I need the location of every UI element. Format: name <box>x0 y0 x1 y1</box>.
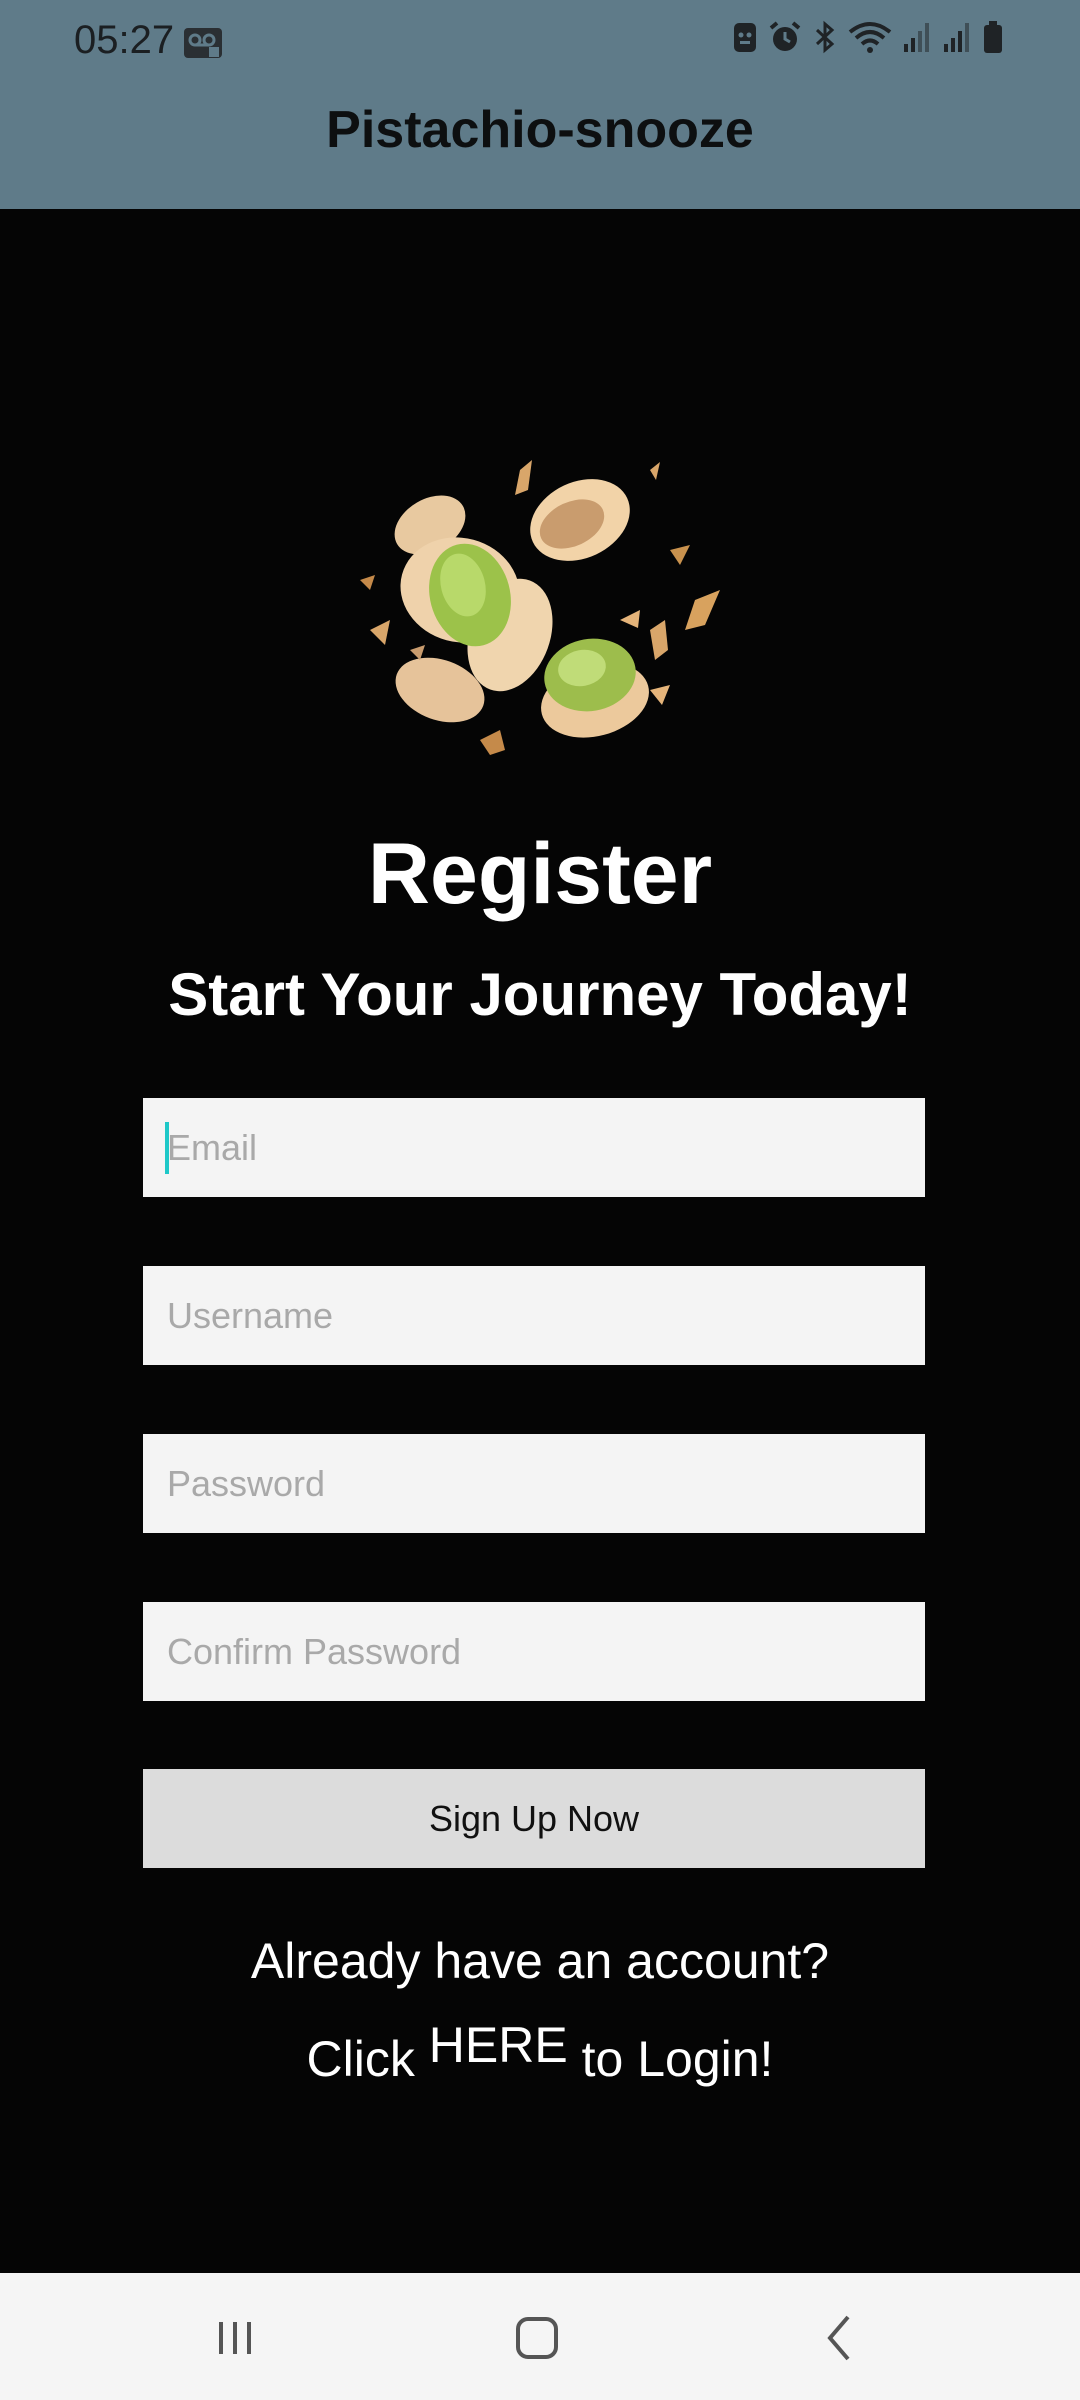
email-field[interactable] <box>143 1098 925 1197</box>
status-time: 05:27 <box>74 18 175 62</box>
battery-icon <box>984 21 1002 53</box>
recent-apps-icon <box>219 2322 251 2354</box>
signal-icon-1 <box>904 23 929 52</box>
username-field[interactable] <box>143 1266 925 1365</box>
pistachio-logo <box>360 460 720 755</box>
register-subheading: Start Your Journey Today! <box>168 961 912 1028</box>
status-icons <box>732 20 1004 54</box>
signal-icon-2 <box>944 23 969 52</box>
app-header: 05:27 Pistachio-snooze <box>0 0 1080 209</box>
sign-up-button[interactable]: Sign Up Now <box>143 1769 925 1868</box>
recent-apps-button[interactable] <box>195 2303 275 2373</box>
login-prefix: Click <box>306 2031 415 2087</box>
home-button[interactable] <box>497 2303 577 2373</box>
back-button[interactable] <box>800 2303 880 2373</box>
text-cursor <box>165 1122 169 1174</box>
login-suffix: to Login! <box>581 2031 774 2087</box>
already-have-account-text: Already have an account? <box>250 1933 830 1989</box>
voicemail-icon <box>184 28 222 58</box>
register-heading: Register <box>367 826 713 922</box>
wifi-icon <box>848 22 892 53</box>
system-nav-bar <box>0 2273 1080 2400</box>
alarm-icon <box>769 21 801 51</box>
login-here-link[interactable]: HERE <box>429 2017 568 2073</box>
bluetooth-icon <box>815 20 835 54</box>
login-prompt: Click HERE to Login! <box>0 2017 1080 2088</box>
confirm-password-field[interactable] <box>143 1602 925 1701</box>
password-field[interactable] <box>143 1434 925 1533</box>
register-screen: 05:27 Pistachio-snooze Register Start Yo… <box>0 0 1080 2400</box>
app-title: Pistachio-snooze <box>326 101 754 159</box>
robot-icon <box>734 23 756 52</box>
home-icon <box>516 2317 558 2359</box>
back-icon <box>827 2315 850 2361</box>
